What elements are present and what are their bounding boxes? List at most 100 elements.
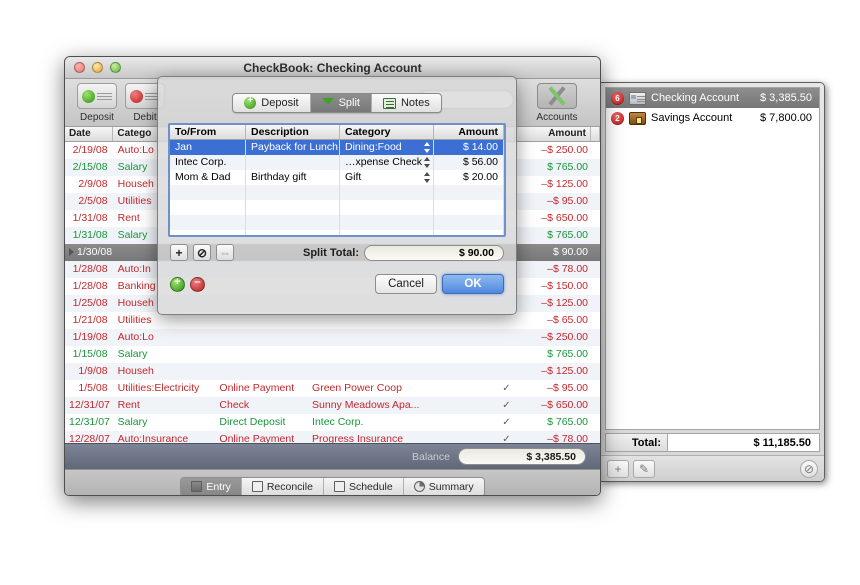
split-column-category[interactable]: Category [340,125,434,139]
column-options-icon[interactable] [591,127,600,141]
split-table-body[interactable]: Jan Payback for Lunch Dining:Food $ 14.00 In… [170,140,504,235]
ok-button[interactable]: OK [442,274,504,294]
split-cell-category[interactable] [340,185,434,200]
tab-entry[interactable]: Entry [181,477,242,495]
cell-amount: $ 90.00 [552,246,588,258]
table-row[interactable]: 12/31/07 Salary Direct Deposit Intec Corp. ✓… [65,414,600,431]
stepper-icon[interactable] [424,142,430,153]
cell-cleared[interactable]: ✓ [497,414,516,431]
split-cell-description[interactable]: Payback for Lunch [246,140,340,155]
split-cell-description[interactable] [246,230,340,235]
split-table[interactable]: To/From Description Category Amount Jan P… [168,123,506,237]
add-row-button[interactable] [170,276,185,292]
deposit-button[interactable]: Deposit [73,83,121,123]
table-row[interactable]: 1/19/08 Auto:Lo –$ 250.00 [65,329,600,346]
split-cell-amount[interactable] [434,230,504,235]
cell-cleared[interactable] [497,363,516,380]
delete-account-button[interactable]: ⊘ [800,459,818,478]
split-cell-description[interactable] [246,185,340,200]
split-row[interactable]: Mom & Dad Birthday gift Gift $ 20.00 [170,170,504,185]
split-cell-category[interactable]: Gift [340,170,434,185]
split-cell-amount[interactable] [434,200,504,215]
split-cell-amount[interactable]: $ 20.00 [434,170,504,185]
split-cell-amount[interactable]: $ 14.00 [434,140,504,155]
tab-deposit[interactable]: Deposit [233,94,311,112]
split-cell-description[interactable] [246,155,340,170]
cell-amount: –$ 125.00 [541,178,588,190]
split-cell-amount[interactable] [434,215,504,230]
split-cell-amount[interactable]: $ 56.00 [434,155,504,170]
tab-notes[interactable]: Notes [372,94,441,112]
split-cell-description[interactable] [246,200,340,215]
add-account-button[interactable]: + [607,459,629,478]
clear-split-button[interactable]: ⊘ [193,244,211,261]
split-cell-to-from[interactable] [170,215,246,230]
balance-label[interactable]: Balance [412,451,450,463]
split-row[interactable] [170,215,504,230]
split-row[interactable] [170,185,504,200]
stepper-icon[interactable] [424,172,430,183]
cell-cleared[interactable]: ✓ [497,397,516,414]
cell-cleared[interactable]: ✓ [497,431,516,443]
split-row[interactable] [170,230,504,235]
table-row[interactable]: 1/15/08 Salary $ 765.00 [65,346,600,363]
account-row-checking[interactable]: 6 Checking Account $ 3,385.50 [606,88,819,108]
split-cell-description[interactable] [246,215,340,230]
disclosure-triangle-icon[interactable] [69,248,74,257]
calendar-icon [333,481,345,492]
cell-amount: –$ 78.00 [547,263,588,275]
pie-chart-icon [413,481,425,492]
cancel-button[interactable]: Cancel [375,274,437,294]
accounts-list[interactable]: 6 Checking Account $ 3,385.50 2 Savings … [605,87,820,430]
split-column-description[interactable]: Description [246,125,340,139]
tab-split[interactable]: Split [310,94,372,112]
cell-cleared[interactable] [497,346,516,363]
split-column-amount[interactable]: Amount [434,125,504,139]
split-cell-to-from[interactable]: Jan [170,140,246,155]
tab-reconcile[interactable]: Reconcile [242,477,324,495]
cell-spacer [592,159,600,176]
cell-amount: –$ 95.00 [547,195,588,207]
split-row[interactable]: Intec Corp. …xpense Check $ 56.00 [170,155,504,170]
split-cell-to-from[interactable] [170,185,246,200]
split-cell-category[interactable] [340,200,434,215]
table-row[interactable]: 1/9/08 Househ –$ 125.00 [65,363,600,380]
tab-schedule[interactable]: Schedule [324,477,404,495]
split-cell-amount[interactable] [434,185,504,200]
table-row[interactable]: 1/5/08 Utilities:Electricity Online Paymen… [65,380,600,397]
split-cell-to-from[interactable] [170,200,246,215]
transfer-split-button[interactable]: ⇔ [216,244,234,261]
cell-category: Househ [117,365,154,377]
split-cell-description[interactable]: Birthday gift [246,170,340,185]
column-header-date[interactable]: Date [65,127,114,141]
plus-circle-icon [82,89,95,103]
table-row[interactable]: 12/28/07 Auto:Insurance Online Payment Prog… [65,431,600,443]
accounts-button[interactable]: Accounts [526,83,588,123]
account-name: Checking Account [651,92,740,104]
cell-cleared[interactable] [497,329,516,346]
cell-to-from: Intec Corp. [312,416,364,428]
split-cell-to-from[interactable] [170,230,246,235]
split-cell-to-from[interactable]: Mom & Dad [170,170,246,185]
cell-spacer [592,295,600,312]
split-cell-category[interactable] [340,230,434,235]
account-row-savings[interactable]: 2 Savings Account $ 7,800.00 [606,108,819,128]
split-row[interactable]: Jan Payback for Lunch Dining:Food $ 14.00 [170,140,504,155]
split-cell-to-from[interactable]: Intec Corp. [170,155,246,170]
split-row[interactable] [170,200,504,215]
table-row[interactable]: 12/31/07 Rent Check Sunny Meadows Apa... ✓ –$… [65,397,600,414]
split-cell-category[interactable]: Dining:Food [340,140,434,155]
stepper-icon[interactable] [424,157,430,168]
cell-cleared[interactable]: ✓ [497,380,516,397]
edit-account-button[interactable]: ✎ [633,459,655,478]
add-split-button[interactable]: + [170,244,188,261]
cell-memo [423,329,497,346]
remove-row-button[interactable] [190,276,205,292]
tab-summary[interactable]: Summary [404,478,484,496]
split-column-to-from[interactable]: To/From [170,125,246,139]
split-cell-category[interactable]: …xpense Check [340,155,434,170]
column-header-amount[interactable]: Amount [515,127,591,141]
cell-date: 12/31/07 [69,416,110,428]
cell-category: Salary [117,416,148,428]
split-cell-category[interactable] [340,215,434,230]
